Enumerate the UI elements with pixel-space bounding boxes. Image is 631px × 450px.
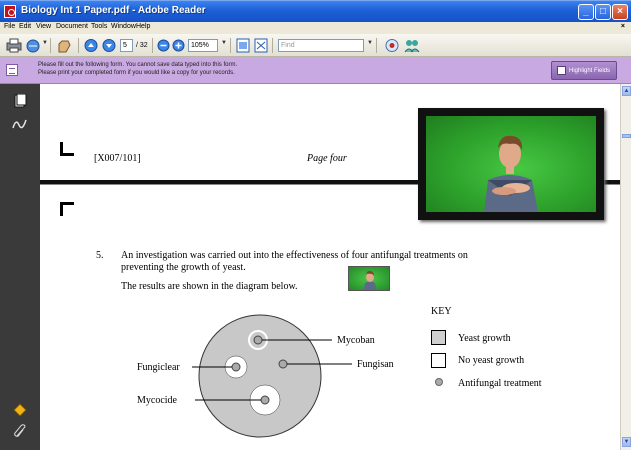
sign-language-video[interactable] xyxy=(418,108,604,220)
chevron-down-icon[interactable]: ▼ xyxy=(42,40,48,46)
question-text-line3: The results are shown in the diagram bel… xyxy=(121,281,298,292)
presenter-thumbnail xyxy=(363,270,377,290)
zoom-input[interactable]: 105% xyxy=(188,39,218,52)
mycocide-label: Mycocide xyxy=(137,395,178,406)
find-input[interactable]: Find xyxy=(278,39,364,52)
fungisan-label: Fungisan xyxy=(357,359,394,370)
chevron-down-icon[interactable]: ▼ xyxy=(367,40,373,46)
fungisan-disc xyxy=(278,359,288,369)
window-titlebar: Biology Int 1 Paper.pdf - Adobe Reader _… xyxy=(0,0,631,22)
toolbar: ▼ 5 / 32 105% ▼ Find ▼ xyxy=(0,34,631,57)
help-icon[interactable] xyxy=(384,38,400,53)
form-icon xyxy=(6,64,18,76)
scroll-up-button[interactable]: ▲ xyxy=(622,86,631,96)
fungiclear-disc xyxy=(231,362,241,372)
toolbar-separator xyxy=(230,38,231,53)
key-swatch-yeast-growth xyxy=(431,330,446,345)
vertical-scrollbar[interactable]: ▲ ▼ xyxy=(620,84,631,450)
fungiclear-label: Fungiclear xyxy=(137,362,180,373)
crop-mark xyxy=(60,142,74,156)
question-text-line1: An investigation was carried out into th… xyxy=(121,250,468,261)
pages-icon[interactable] xyxy=(12,94,28,108)
previous-page-icon[interactable] xyxy=(84,38,98,53)
fit-width-icon[interactable] xyxy=(236,38,250,53)
highlight-fields-label: Highlight Fields xyxy=(569,68,611,74)
menu-file[interactable]: File xyxy=(4,23,15,30)
adobe-reader-icon xyxy=(4,5,16,18)
mycocide-disc xyxy=(260,395,270,405)
menu-document[interactable]: Document xyxy=(56,23,88,30)
scroll-down-button[interactable]: ▼ xyxy=(622,437,631,447)
forms-message-line2: Please print your completed form if you … xyxy=(38,70,235,76)
question-number: 5. xyxy=(96,250,104,261)
mycoban-label: Mycoban xyxy=(337,335,375,346)
question-text-line2: preventing the growth of yeast. xyxy=(121,262,246,273)
key-title: KEY xyxy=(431,306,452,317)
highlight-fields-icon xyxy=(557,66,566,75)
page-label: Page four xyxy=(307,153,347,164)
close-button[interactable]: × xyxy=(612,4,628,20)
video-screen xyxy=(426,116,596,212)
mycoban-disc xyxy=(253,335,263,345)
paperclip-icon[interactable] xyxy=(12,424,28,438)
paper-code: [X007/101] xyxy=(94,153,141,164)
menu-view[interactable]: View xyxy=(36,23,51,30)
menu-bar: File Edit View Document Tools Window Hel… xyxy=(0,22,631,34)
presenter-figure xyxy=(484,135,538,212)
zoom-in-icon[interactable] xyxy=(172,38,185,53)
hand-tool-icon[interactable] xyxy=(56,38,72,53)
minimize-button[interactable]: _ xyxy=(578,4,594,20)
forms-message-line1: Please fill out the following form. You … xyxy=(38,62,238,68)
email-icon[interactable] xyxy=(26,38,40,53)
signatures-icon[interactable] xyxy=(12,116,28,130)
document-viewer[interactable]: [X007/101] Page four 5. An investigation… xyxy=(40,84,620,450)
toolbar-separator xyxy=(152,38,153,53)
scroll-thumb[interactable] xyxy=(622,134,631,138)
inline-video-thumbnail[interactable] xyxy=(348,266,390,291)
maximize-button[interactable]: □ xyxy=(595,4,611,20)
zoom-out-icon[interactable] xyxy=(157,38,170,53)
page-total: / 32 xyxy=(136,42,148,49)
key-swatch-no-yeast-growth xyxy=(431,353,446,368)
menu-window[interactable]: Window xyxy=(111,23,136,30)
petri-dish-diagram: Mycoban Fungisan Fungiclear Mycocide xyxy=(137,314,394,438)
close-document-button[interactable]: × xyxy=(621,23,625,30)
print-icon[interactable] xyxy=(6,38,22,53)
forms-message-bar: Please fill out the following form. You … xyxy=(0,57,631,84)
navigation-sidebar xyxy=(0,84,40,450)
toolbar-separator xyxy=(272,38,273,53)
key-label-yeast-growth: Yeast growth xyxy=(458,333,511,344)
collaboration-icon[interactable] xyxy=(404,38,420,53)
key-swatch-antifungal-treatment xyxy=(435,378,443,386)
menu-help[interactable]: Help xyxy=(136,23,150,30)
menu-edit[interactable]: Edit xyxy=(19,23,31,30)
window-title: Biology Int 1 Paper.pdf - Adobe Reader xyxy=(21,5,206,16)
highlight-fields-button[interactable]: Highlight Fields xyxy=(551,61,617,80)
key-label-no-yeast-growth: No yeast growth xyxy=(458,355,525,366)
chevron-down-icon[interactable]: ▼ xyxy=(221,40,227,46)
next-page-icon[interactable] xyxy=(102,38,116,53)
toolbar-separator xyxy=(50,38,51,53)
toolbar-separator xyxy=(376,38,377,53)
attachments-icon[interactable] xyxy=(12,402,28,416)
crop-mark xyxy=(60,202,74,216)
fit-page-icon[interactable] xyxy=(254,38,268,53)
page-number-input[interactable]: 5 xyxy=(120,39,133,52)
toolbar-separator xyxy=(78,38,79,53)
key-label-antifungal-treatment: Antifungal treatment xyxy=(458,378,542,389)
menu-tools[interactable]: Tools xyxy=(91,23,107,30)
